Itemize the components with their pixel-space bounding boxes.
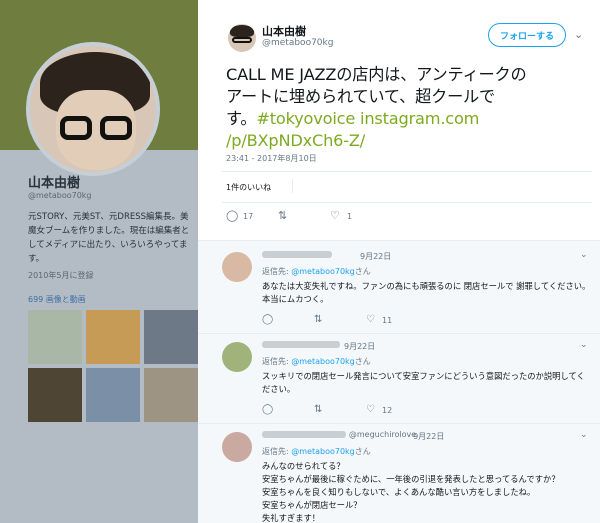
divider [198,240,600,241]
media-thumbnail [144,368,198,422]
instagram-link[interactable]: instagram.com [360,109,479,128]
reply-avatar[interactable] [222,432,252,462]
reply-to: 返信先: @metaboo70kgさん [262,357,371,366]
profile-joined-date: 2010年5月に登録 [28,271,94,280]
like-count: 11 [382,316,393,325]
follow-button[interactable]: フォローする [488,23,566,47]
retweet-icon[interactable]: ⇅ [314,314,322,326]
heart-icon[interactable]: ♡ [330,210,340,222]
reply-text: あなたは大変失礼ですね。ファンの為にも頑張るのに 閉店セールで 謝罪してください… [262,281,591,304]
profile-handle: @metaboo70kg [28,191,92,200]
media-thumbnail [28,368,82,422]
reply-text: みんなのせられてる？ 安室ちゃんが最後に稼ぐために、一年後の引退を発表したと思っ… [262,461,560,523]
reply-icon[interactable]: ◯ [262,404,273,416]
media-thumbnail [86,310,140,364]
chevron-down-icon[interactable]: ⌄ [574,28,583,41]
reply-avatar[interactable] [222,342,252,372]
reply-date[interactable]: · 9月22日 [408,431,444,442]
hashtag-link[interactable]: #tokyovoice [256,109,355,128]
reply-author-name[interactable] [262,250,332,260]
retweet-icon[interactable]: ⇅ [314,404,322,416]
instagram-link-path[interactable]: /p/BXpNDxCh6-Z/ [226,131,365,150]
reply-icon[interactable]: ◯ [226,210,238,222]
tweet-author-avatar[interactable] [228,24,256,52]
reply-author-name[interactable] [262,340,340,350]
divider [222,202,592,203]
divider [222,171,592,172]
media-thumbnail [28,310,82,364]
divider [292,179,293,193]
tweet-author-name[interactable]: 山本由樹 [262,23,306,39]
mention-link[interactable]: @metaboo70kg [291,447,355,456]
divider [198,333,600,334]
reply-date[interactable]: 9月22日 [344,341,375,352]
likes-count[interactable]: 1件のいいね [226,182,271,193]
profile-name: 山本由樹 [28,176,81,191]
retweet-icon[interactable]: ⇅ [278,210,287,222]
like-count: 12 [382,406,393,415]
reply-to: 返信先: @metaboo70kgさん [262,267,371,276]
reply-author-name[interactable]: @meguchirolove [262,430,416,440]
tweet-timestamp[interactable]: 23:41 - 2017年8月10日 [226,153,317,164]
chevron-down-icon[interactable]: ⌄ [580,250,588,260]
profile-media-link: 699 画像と動画 [28,295,86,304]
reply-text: スッキリでの閉店セール発言について安室ファンにどういう意図だったのか説明してくだ… [262,371,585,394]
tweet-author-handle[interactable]: @metaboo70kg [262,38,333,48]
profile-bio: 元STORY、元美ST、元DRESS編集長。美魔女ブームを作りました。現在は編集… [28,212,190,264]
reply-date[interactable]: 9月22日 [360,251,391,262]
chevron-down-icon[interactable]: ⌄ [580,430,588,440]
mention-link[interactable]: @metaboo70kg [291,267,355,276]
like-count: 1 [347,212,353,221]
reply-to: 返信先: @metaboo70kgさん [262,447,371,456]
reply-avatar[interactable] [222,252,252,282]
heart-icon[interactable]: ♡ [366,404,375,416]
reply-icon[interactable]: ◯ [262,314,273,326]
heart-icon[interactable]: ♡ [366,314,375,326]
mention-link[interactable]: @metaboo70kg [291,357,355,366]
divider [198,423,600,424]
tweet-text: CALL ME JAZZの店内は、アンティークの アートに埋められていて、超クー… [226,65,527,150]
media-thumbnail [86,368,140,422]
chevron-down-icon[interactable]: ⌄ [580,340,588,350]
media-thumbnail [144,310,198,364]
reply-count: 17 [243,212,254,221]
profile-avatar [26,42,160,176]
